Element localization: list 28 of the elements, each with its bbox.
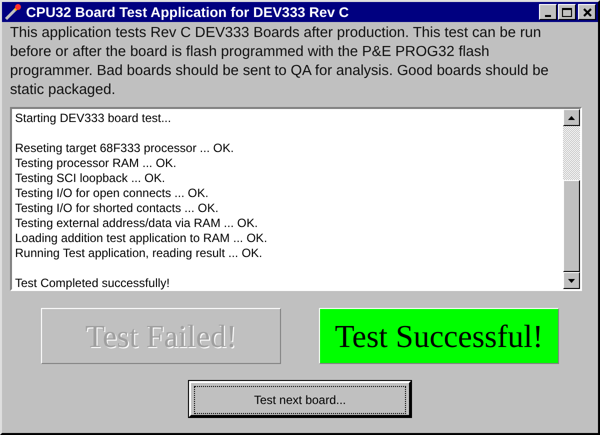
down-arrow-icon	[568, 278, 575, 282]
window-title: CPU32 Board Test Application for DEV333 Rev C	[26, 4, 350, 20]
log-line: Starting DEV333 board test...	[15, 111, 172, 126]
log-line: Test Completed successfully!	[15, 276, 171, 291]
scroll-up-button[interactable]	[563, 109, 580, 126]
up-arrow-icon	[568, 116, 575, 120]
log-line: Testing external address/data via RAM ... OK.	[15, 216, 259, 231]
maximize-icon	[562, 8, 572, 16]
result-indicator: Test Failed!	[41, 308, 281, 364]
scroll-thumb[interactable]	[563, 180, 580, 272]
maximize-button[interactable]	[558, 4, 576, 20]
scroll-down-button[interactable]	[563, 272, 580, 289]
result-indicator: Test Successful!	[319, 308, 559, 364]
close-button[interactable]	[578, 4, 596, 20]
close-icon	[582, 8, 592, 16]
minimize-icon	[545, 15, 551, 17]
log-line: Running Test application, reading result ... OK.	[15, 246, 264, 261]
test-next-button[interactable]: Test next board...	[189, 381, 411, 417]
log-line: Testing processor RAM ... OK.	[15, 156, 178, 171]
log-line: Loading addition test application to RAM ... OK.	[15, 231, 268, 246]
log-line: Testing I/O for open connects ... OK.	[15, 186, 210, 201]
log-line: Testing I/O for shorted contacts ... OK.	[15, 201, 220, 216]
log-line: Testing SCI loopback ... OK.	[15, 171, 166, 186]
scrollbar[interactable]	[563, 109, 580, 289]
wand-icon	[4, 3, 22, 21]
description-text: This application tests Rev C DEV333 Boards after production. This test can be run before or after the board is flash programmed with the P&E PROG32 flash programmer. Bad boards should be sent to QA for analysis. Good boards should be static packaged.	[10, 24, 550, 100]
log-line: Reseting target 68F333 processor ... OK.	[15, 141, 235, 156]
minimize-button[interactable]	[539, 4, 557, 20]
